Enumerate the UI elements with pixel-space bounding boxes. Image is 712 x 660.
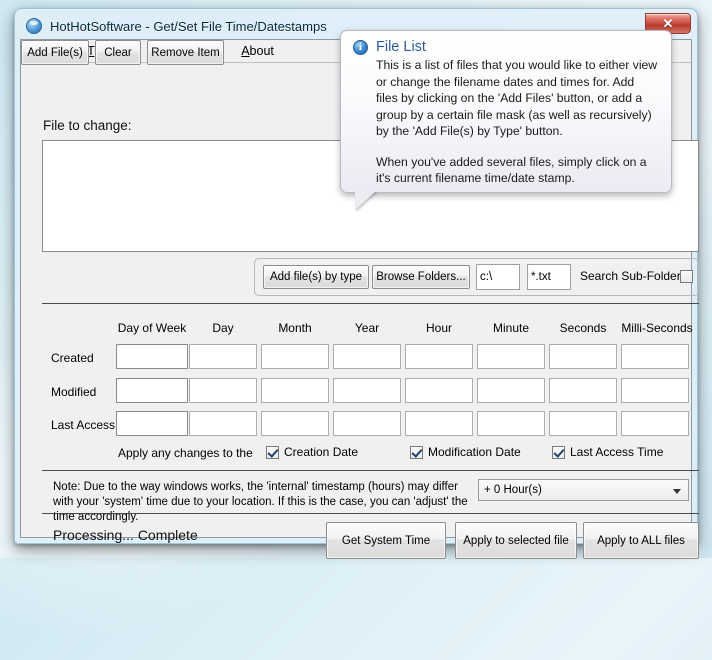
browse-folders-button[interactable]: Browse Folders... <box>372 265 470 289</box>
cell-modified-day[interactable] <box>189 378 257 403</box>
cell-modified-hour[interactable] <box>405 378 473 403</box>
column-header-day: Day <box>187 321 259 335</box>
apply-to-all-files-button[interactable]: Apply to ALL files <box>583 522 699 559</box>
apply-to-selected-file-button[interactable]: Apply to selected file <box>455 522 577 559</box>
cell-last-access-day[interactable] <box>189 411 257 436</box>
column-header-seconds: Seconds <box>547 321 619 335</box>
search-subfolders-checkbox[interactable] <box>680 270 693 283</box>
column-header-month: Month <box>259 321 331 335</box>
cell-last-access-seconds[interactable] <box>549 411 617 436</box>
cell-last-access-hour[interactable] <box>405 411 473 436</box>
separator-top <box>42 303 699 304</box>
row-label-created: Created <box>51 351 94 365</box>
cell-last-access-minute[interactable] <box>477 411 545 436</box>
menu-item-about[interactable]: About <box>241 44 274 58</box>
hour-adjust-selected-value: + 0 Hour(s) <box>484 484 542 496</box>
separator-middle <box>42 470 699 471</box>
callout-body: This is a list of files that you would l… <box>341 55 671 187</box>
cell-created-seconds[interactable] <box>549 344 617 369</box>
path-input[interactable]: c:\ <box>476 264 520 290</box>
cell-created-milliseconds[interactable] <box>621 344 689 369</box>
column-header-minute: Minute <box>475 321 547 335</box>
cell-created-day[interactable] <box>189 344 257 369</box>
last-access-time-checkbox[interactable] <box>552 446 565 459</box>
add-files-button[interactable]: Add File(s) <box>21 40 89 65</box>
cell-created-minute[interactable] <box>477 344 545 369</box>
cell-modified-day-of-week[interactable] <box>116 378 188 403</box>
search-subfolders-label: Search Sub-Folders <box>580 269 687 283</box>
cell-created-day-of-week[interactable] <box>116 344 188 369</box>
callout-header: File List <box>341 31 671 55</box>
cell-last-access-milliseconds[interactable] <box>621 411 689 436</box>
creation-date-checkbox-group[interactable]: Creation Date <box>266 445 358 459</box>
cell-last-access-year[interactable] <box>333 411 401 436</box>
row-label-modified: Modified <box>51 385 96 399</box>
creation-date-label: Creation Date <box>284 445 358 459</box>
modification-date-label: Modification Date <box>428 445 521 459</box>
menu-label-about: bout <box>250 44 274 58</box>
last-access-time-label: Last Access Time <box>570 445 663 459</box>
creation-date-checkbox[interactable] <box>266 446 279 459</box>
modification-date-checkbox-group[interactable]: Modification Date <box>410 445 521 459</box>
cell-modified-seconds[interactable] <box>549 378 617 403</box>
cell-created-month[interactable] <box>261 344 329 369</box>
column-header-day-of-week: Day of Week <box>114 321 190 335</box>
row-label-last-access: Last Access <box>51 418 115 432</box>
clear-button[interactable]: Clear <box>95 40 141 65</box>
hour-adjust-dropdown[interactable]: + 0 Hour(s) <box>478 479 689 501</box>
file-list-help-callout: File List This is a list of files that y… <box>340 30 672 193</box>
cell-modified-milliseconds[interactable] <box>621 378 689 403</box>
callout-title: File List <box>376 39 426 55</box>
status-text: Processing... Complete <box>53 527 198 543</box>
timezone-note-text: Note: Due to the way windows works, the … <box>53 480 473 525</box>
chevron-down-icon <box>673 489 681 494</box>
info-icon <box>353 40 368 55</box>
callout-pointer <box>355 190 377 210</box>
file-to-change-label: File to change: <box>43 118 132 133</box>
cell-last-access-day-of-week[interactable] <box>116 411 188 436</box>
cell-created-year[interactable] <box>333 344 401 369</box>
column-header-milliseconds: Milli-Seconds <box>615 321 699 335</box>
menu-accel-about: A <box>241 44 249 58</box>
globe-icon <box>26 18 42 34</box>
file-mask-input[interactable]: *.txt <box>527 264 571 290</box>
cell-modified-year[interactable] <box>333 378 401 403</box>
cell-last-access-month[interactable] <box>261 411 329 436</box>
callout-paragraph-2: When you've added several files, simply … <box>376 154 659 187</box>
column-header-hour: Hour <box>403 321 475 335</box>
separator-bottom <box>42 513 699 514</box>
cell-created-hour[interactable] <box>405 344 473 369</box>
close-icon: ✕ <box>663 17 674 30</box>
add-files-by-type-button[interactable]: Add file(s) by type <box>263 265 369 289</box>
cell-modified-month[interactable] <box>261 378 329 403</box>
apply-changes-label: Apply any changes to the <box>118 446 253 460</box>
modification-date-checkbox[interactable] <box>410 446 423 459</box>
get-system-time-button[interactable]: Get System Time <box>326 522 446 559</box>
callout-paragraph-1: This is a list of files that you would l… <box>376 57 659 140</box>
window-title: HotHotSoftware - Get/Set File Time/Dates… <box>50 19 327 34</box>
column-header-year: Year <box>331 321 403 335</box>
last-access-time-checkbox-group[interactable]: Last Access Time <box>552 445 663 459</box>
cell-modified-minute[interactable] <box>477 378 545 403</box>
remove-item-button[interactable]: Remove Item <box>147 40 224 65</box>
